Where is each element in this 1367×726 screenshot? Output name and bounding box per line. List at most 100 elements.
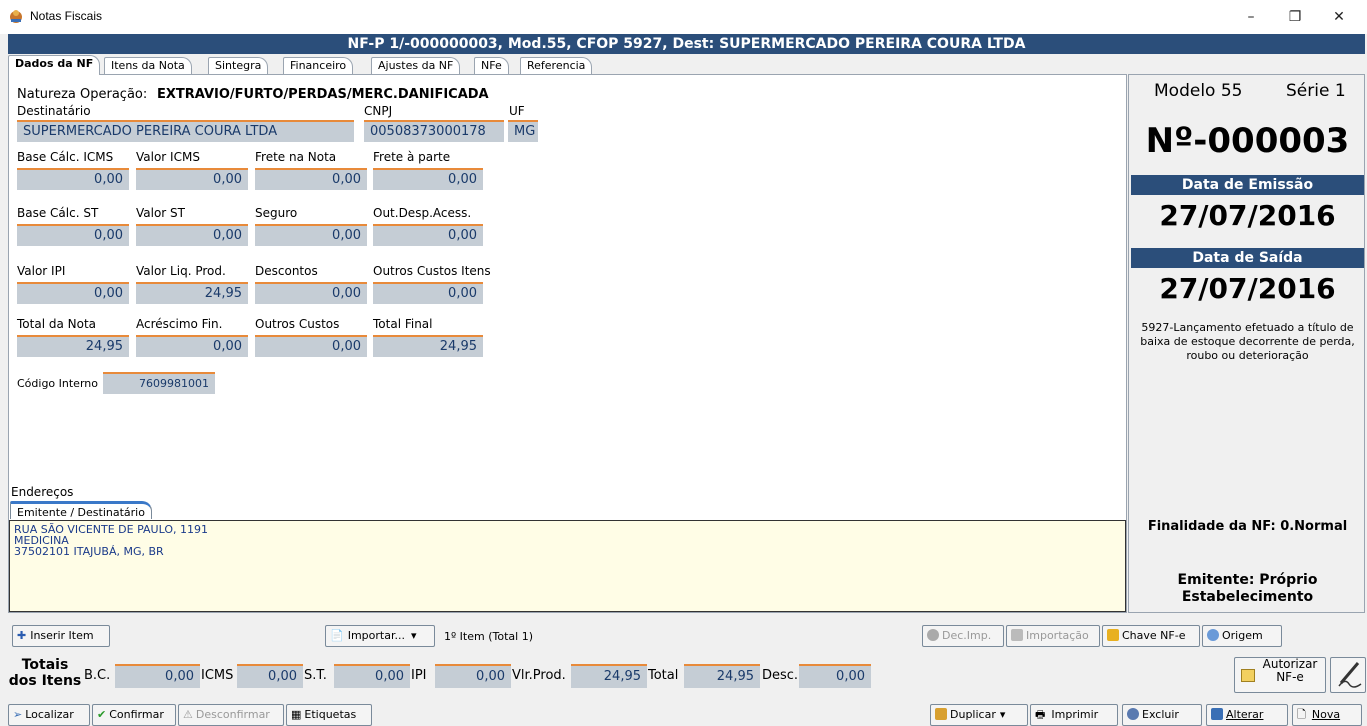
totais-icms-label: ICMS	[201, 668, 234, 683]
valor-icms-field[interactable]: 0,00	[136, 168, 248, 190]
base-calc-icms-label: Base Cálc. ICMS	[17, 150, 114, 164]
nova-button[interactable]: 🗋 Nova	[1292, 704, 1362, 726]
out-desp-acess-label: Out.Desp.Acess.	[373, 206, 472, 220]
etiquetas-button[interactable]: ▦ Etiquetas	[286, 704, 372, 726]
base-calc-st-field[interactable]: 0,00	[17, 224, 129, 246]
address-box[interactable]: RUA SÃO VICENTE DE PAULO, 1191 MEDICINA …	[9, 520, 1126, 612]
confirmar-button[interactable]: ✔ Confirmar	[92, 704, 176, 726]
total-da-nota-field[interactable]: 24,95	[17, 335, 129, 357]
totais-st-field[interactable]: 0,00	[334, 664, 410, 688]
alterar-button[interactable]: Alterar	[1206, 704, 1288, 726]
data-emissao-header: Data de Emissão	[1131, 175, 1364, 195]
serie-label: Série 1	[1286, 81, 1346, 101]
chevron-down-icon: ▾	[410, 629, 417, 642]
key-icon	[1107, 629, 1119, 641]
localizar-button[interactable]: ➢ Localizar	[8, 704, 90, 726]
tab-referencia[interactable]: Referencia	[520, 57, 593, 75]
cnpj-field[interactable]: 00508373000178	[364, 120, 504, 142]
new-document-icon: 🗋	[1297, 708, 1306, 721]
frete-a-parte-label: Frete à parte	[373, 150, 451, 164]
enderecos-label: Endereços	[11, 485, 74, 499]
importacao-button[interactable]: Importação	[1006, 625, 1100, 647]
tab-nfe[interactable]: NFe	[474, 57, 509, 75]
total-da-nota-label: Total da Nota	[17, 317, 97, 331]
address-line-1: RUA SÃO VICENTE DE PAULO, 1191	[14, 523, 208, 536]
tab-sintegra[interactable]: Sintegra	[208, 57, 269, 75]
tab-ajustes-da-nf[interactable]: Ajustes da NF	[371, 57, 461, 75]
imprimir-button[interactable]: 🖶 Imprimir	[1030, 704, 1118, 726]
outros-custos-itens-label: Outros Custos Itens	[373, 264, 491, 278]
outros-custos-field[interactable]: 0,00	[255, 335, 367, 357]
frete-na-nota-field[interactable]: 0,00	[255, 168, 367, 190]
desconfirmar-button[interactable]: ⚠ Desconfirmar	[178, 704, 284, 726]
data-emissao-value: 27/07/2016	[1159, 199, 1336, 232]
destinatario-label: Destinatário	[17, 104, 91, 118]
descontos-label: Descontos	[255, 264, 318, 278]
inserir-item-button[interactable]: ✚ Inserir Item	[12, 625, 110, 647]
printer-icon: 🖶	[1035, 708, 1046, 721]
natureza-label: Natureza Operação:	[17, 87, 148, 102]
valor-st-field[interactable]: 0,00	[136, 224, 248, 246]
codigo-interno-label: Código Interno	[17, 377, 98, 390]
tab-financeiro[interactable]: Financeiro	[283, 57, 354, 75]
document-icon: 📄	[330, 629, 344, 642]
finalidade-nf: Finalidade da NF: 0.Normal	[1147, 519, 1348, 534]
valor-st-label: Valor ST	[136, 206, 186, 220]
tab-itens-da-nota[interactable]: Itens da Nota	[104, 57, 192, 75]
excluir-button[interactable]: Excluir	[1122, 704, 1202, 726]
totais-desc-field[interactable]: 0,00	[799, 664, 871, 688]
dec-imp-button[interactable]: Dec.Imp.	[922, 625, 1004, 647]
destinatario-field[interactable]: SUPERMERCADO PEREIRA COURA LTDA	[17, 120, 354, 142]
nf-header: NF-P 1/-000000003, Mod.55, CFOP 5927, De…	[8, 34, 1365, 54]
minimize-button[interactable]: –	[1229, 4, 1273, 30]
valor-liq-prod-field[interactable]: 24,95	[136, 282, 248, 304]
tab-emitente-destinatario[interactable]: Emitente / Destinatário	[10, 501, 152, 519]
totais-total-field[interactable]: 24,95	[684, 664, 760, 688]
totais-icms-field[interactable]: 0,00	[237, 664, 303, 688]
seguro-label: Seguro	[255, 206, 298, 220]
origin-icon	[1207, 629, 1219, 641]
restore-button[interactable]: ❐	[1273, 4, 1317, 30]
outros-custos-label: Outros Custos	[255, 317, 340, 331]
valor-liq-prod-label: Valor Liq. Prod.	[136, 264, 226, 278]
total-final-field[interactable]: 24,95	[373, 335, 483, 357]
valor-icms-label: Valor ICMS	[136, 150, 200, 164]
address-line-2: MEDICINA	[14, 534, 69, 547]
importar-dropdown[interactable]: 📄 Importar... ▾	[325, 625, 435, 647]
signature-button[interactable]	[1330, 657, 1366, 693]
totais-desc-label: Desc.	[762, 668, 799, 683]
frete-na-nota-label: Frete na Nota	[255, 150, 337, 164]
base-calc-st-label: Base Cálc. ST	[17, 206, 99, 220]
tab-bar: Dados da NF Itens da Nota Sintegra Finan…	[8, 55, 1128, 75]
tab-dados-da-nf[interactable]: Dados da NF	[8, 55, 101, 75]
uf-field[interactable]: MG	[508, 120, 538, 142]
modelo-label: Modelo 55	[1154, 81, 1243, 101]
totais-bc-label: B.C.	[84, 668, 111, 683]
valor-ipi-field[interactable]: 0,00	[17, 282, 129, 304]
import-icon	[1011, 629, 1023, 641]
nf-side-panel: Modelo 55 Série 1 Nº-000003 Data de Emis…	[1128, 74, 1365, 613]
dados-nf-panel: Natureza Operação: EXTRAVIO/FURTO/PERDAS…	[8, 74, 1127, 613]
emitente-info: Emitente: Próprio Estabelecimento	[1177, 572, 1318, 605]
out-desp-acess-field[interactable]: 0,00	[373, 224, 483, 246]
disc-icon	[927, 629, 939, 641]
codigo-interno-field[interactable]: 7609981001	[103, 372, 215, 394]
base-calc-icms-field[interactable]: 0,00	[17, 168, 129, 190]
app-icon	[10, 10, 22, 23]
acrescimo-fin-field[interactable]: 0,00	[136, 335, 248, 357]
totais-bc-field[interactable]: 0,00	[115, 664, 200, 688]
duplicar-button[interactable]: Duplicar ▾	[930, 704, 1028, 726]
chave-nfe-button[interactable]: Chave NF-e	[1102, 625, 1200, 647]
close-button[interactable]: ✕	[1317, 4, 1361, 30]
seguro-field[interactable]: 0,00	[255, 224, 367, 246]
arrow-icon: ➢	[13, 708, 23, 721]
outros-custos-itens-field[interactable]: 0,00	[373, 282, 483, 304]
frete-a-parte-field[interactable]: 0,00	[373, 168, 483, 190]
autorizar-nfe-button[interactable]: Autorizar NF-e	[1234, 657, 1326, 693]
descontos-field[interactable]: 0,00	[255, 282, 367, 304]
totais-ipi-field[interactable]: 0,00	[435, 664, 511, 688]
window-title: Notas Fiscais	[30, 9, 103, 23]
origem-button[interactable]: Origem	[1202, 625, 1282, 647]
edit-icon	[1211, 708, 1223, 720]
totais-vlprod-field[interactable]: 24,95	[571, 664, 647, 688]
